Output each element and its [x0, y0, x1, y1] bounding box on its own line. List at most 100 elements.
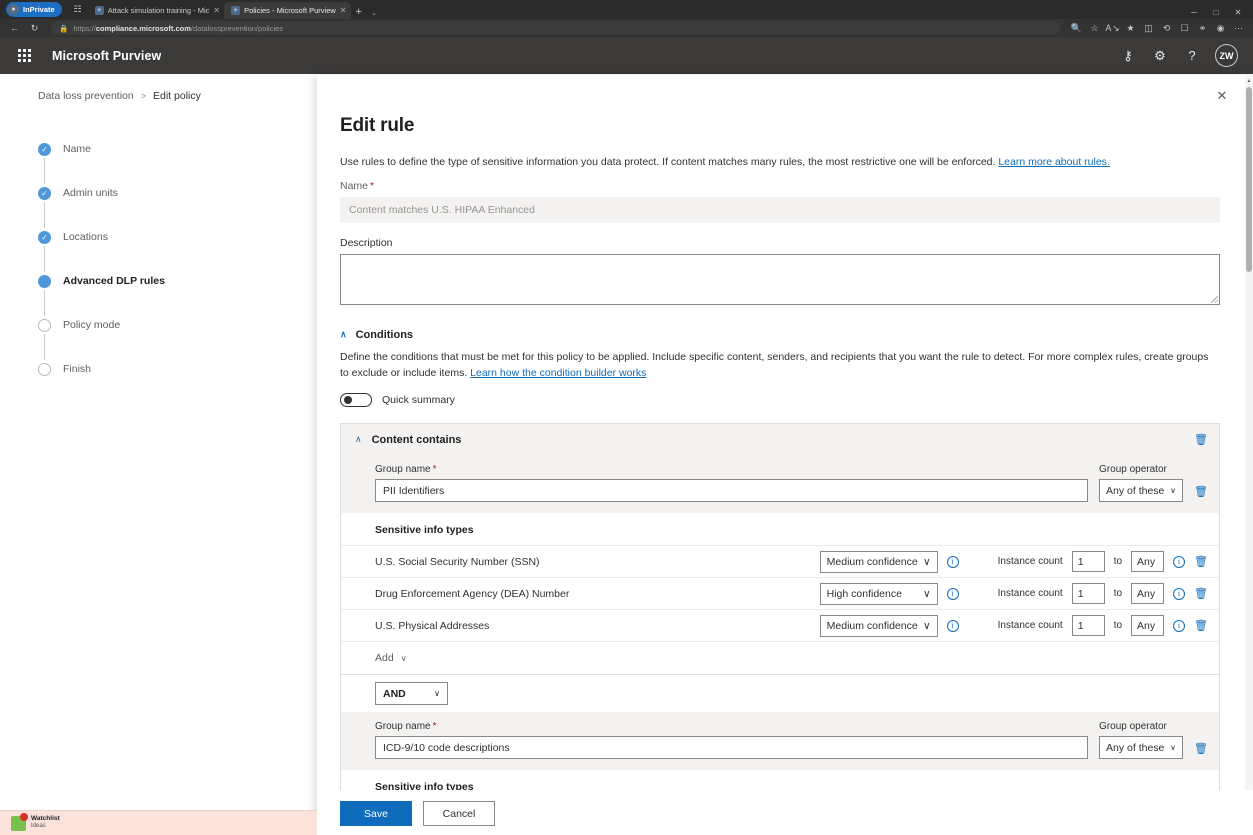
- tab-close-icon[interactable]: ✕: [213, 6, 220, 15]
- info-icon[interactable]: i: [947, 556, 959, 568]
- address-bar[interactable]: 🔒 https://compliance.microsoft.com/datal…: [51, 21, 1060, 35]
- sensitive-info-type-name: U.S. Physical Addresses: [375, 620, 811, 632]
- settings-more-icon[interactable]: ⋯: [1230, 21, 1247, 36]
- wizard-step-label: Admin units: [63, 187, 118, 199]
- close-icon[interactable]: ✕: [1208, 82, 1236, 110]
- content-contains-header[interactable]: ∧ Content contains 🗑: [341, 424, 1219, 455]
- save-button[interactable]: Save: [340, 801, 412, 826]
- info-icon[interactable]: i: [1173, 588, 1185, 600]
- delete-row-icon[interactable]: 🗑: [1194, 619, 1208, 632]
- delete-group-icon[interactable]: 🗑: [1194, 742, 1208, 755]
- dialog-scrollbar[interactable]: ▲ ▼: [1245, 75, 1253, 835]
- tab-close-icon[interactable]: ✕: [340, 6, 347, 15]
- split-screen-icon[interactable]: ◫: [1140, 21, 1157, 36]
- confidence-dropdown[interactable]: Medium confidence ∨: [820, 615, 938, 637]
- chevron-down-icon: ∨: [401, 654, 407, 663]
- group-operator-dropdown[interactable]: Any of these ∨: [1099, 736, 1183, 759]
- instance-count-max-input[interactable]: Any: [1131, 615, 1164, 636]
- group-operator-dropdown[interactable]: Any of these ∨: [1099, 479, 1183, 502]
- toolbar-right-icons: 🔍 ☆ A ↘ ★ ◫ ⟲ ☐ ⚭ ◉ ⋯: [1068, 21, 1247, 36]
- scrollbar-thumb[interactable]: [1246, 87, 1252, 272]
- cancel-button[interactable]: Cancel: [423, 801, 495, 826]
- rule-name-input[interactable]: Content matches U.S. HIPAA Enhanced: [340, 197, 1220, 223]
- and-or-dropdown[interactable]: AND ∨: [375, 682, 448, 705]
- instance-count-min-input[interactable]: 1: [1072, 615, 1105, 636]
- info-icon[interactable]: i: [947, 588, 959, 600]
- inprivate-badge[interactable]: ● InPrivate: [6, 2, 62, 17]
- wizard-step-label: Advanced DLP rules: [63, 275, 165, 287]
- tab-actions-icon[interactable]: ☷: [68, 1, 88, 18]
- group-2-operator-field: Group operator Any of these ∨: [1099, 721, 1183, 759]
- collections-icon[interactable]: ⟲: [1158, 21, 1175, 36]
- instance-count-label: Instance count: [998, 556, 1063, 567]
- confidence-value: High confidence: [827, 588, 919, 600]
- condition-builder-link[interactable]: Learn how the condition builder works: [470, 367, 646, 379]
- delete-row-icon[interactable]: 🗑: [1194, 555, 1208, 568]
- feedback-icon[interactable]: ⚷: [1119, 48, 1137, 64]
- favorites-icon[interactable]: ★: [1122, 21, 1139, 36]
- profile-icon[interactable]: ◉: [1212, 21, 1229, 36]
- info-icon[interactable]: i: [947, 620, 959, 632]
- avatar[interactable]: ZW: [1215, 44, 1238, 67]
- read-aloud-icon[interactable]: A ↘: [1104, 21, 1121, 36]
- wizard-connector: [44, 202, 45, 228]
- instance-count-max-input[interactable]: Any: [1131, 583, 1164, 604]
- info-icon[interactable]: i: [1173, 556, 1185, 568]
- browser-tab-1[interactable]: ☀ Attack simulation training - Mic ✕: [88, 2, 224, 19]
- chevron-up-icon[interactable]: ∧: [340, 329, 347, 340]
- learn-more-about-rules-link[interactable]: Learn more about rules.: [998, 156, 1109, 168]
- scroll-up-icon[interactable]: ▲: [1246, 78, 1252, 84]
- copilot-icon[interactable]: ⚭: [1194, 21, 1211, 36]
- breadcrumb-root[interactable]: Data loss prevention: [38, 90, 134, 102]
- help-icon[interactable]: ?: [1183, 48, 1201, 63]
- instance-count-min-input[interactable]: 1: [1072, 583, 1105, 604]
- tab-title: Policies - Microsoft Purview: [244, 6, 336, 15]
- and-or-value: AND: [383, 688, 406, 700]
- chevron-up-icon[interactable]: ∧: [355, 434, 362, 445]
- group-name-input[interactable]: PII Identifiers: [375, 479, 1088, 502]
- sensitive-info-type-name: Drug Enforcement Agency (DEA) Number: [375, 588, 811, 600]
- browser-tab-2[interactable]: ☀ Policies - Microsoft Purview ✕: [224, 2, 350, 19]
- current-step-icon: [38, 275, 51, 288]
- minimize-button[interactable]: ─: [1183, 5, 1205, 19]
- maximize-button[interactable]: □: [1205, 5, 1227, 19]
- delete-condition-icon[interactable]: 🗑: [1194, 433, 1208, 446]
- app-launcher-icon[interactable]: [13, 45, 35, 67]
- resize-grip-icon[interactable]: [1211, 296, 1218, 303]
- browser-essentials-icon[interactable]: ☐: [1176, 21, 1193, 36]
- conditions-section-header[interactable]: ∧ Conditions: [340, 329, 1220, 341]
- lock-icon: 🔒: [59, 24, 68, 33]
- quick-summary-toggle[interactable]: [340, 393, 372, 407]
- back-icon[interactable]: ←: [6, 21, 23, 36]
- confidence-dropdown[interactable]: High confidence ∨: [820, 583, 938, 605]
- instance-count-min-input[interactable]: 1: [1072, 551, 1105, 572]
- delete-group-icon[interactable]: 🗑: [1194, 485, 1208, 498]
- confidence-dropdown[interactable]: Medium confidence ∨: [820, 551, 938, 573]
- chevron-down-icon[interactable]: ⌄: [367, 9, 381, 17]
- new-tab-button[interactable]: +: [351, 6, 367, 18]
- url-text: https://compliance.microsoft.com/datalos…: [73, 24, 283, 33]
- info-icon[interactable]: i: [1173, 620, 1185, 632]
- description-textarea[interactable]: [340, 254, 1220, 305]
- conditions-description: Define the conditions that must be met f…: [340, 349, 1220, 382]
- refresh-icon[interactable]: ↻: [26, 21, 43, 36]
- wizard-step-label: Policy mode: [63, 319, 120, 331]
- check-icon: ✓: [38, 143, 51, 156]
- tab-favicon-icon: ☀: [95, 6, 104, 15]
- dialog-footer: Save Cancel: [317, 790, 1253, 835]
- watchlist-widget[interactable]: Watchlist Ideas: [0, 816, 60, 831]
- close-window-button[interactable]: ✕: [1227, 5, 1249, 19]
- group-name-input[interactable]: ICD-9/10 code descriptions: [375, 736, 1088, 759]
- name-field-label: Name*: [340, 180, 1220, 192]
- favorites-add-icon[interactable]: ☆: [1086, 21, 1103, 36]
- delete-row-icon[interactable]: 🗑: [1194, 587, 1208, 600]
- instance-count-max-input[interactable]: Any: [1131, 551, 1164, 572]
- browser-chrome: ● InPrivate ☷ ☀ Attack simulation traini…: [0, 0, 1253, 37]
- wizard-step-label: Finish: [63, 363, 91, 375]
- app-title: Microsoft Purview: [52, 49, 161, 63]
- add-sensitive-info-type-button[interactable]: Add ∨: [341, 641, 1219, 674]
- zoom-icon[interactable]: 🔍: [1068, 21, 1085, 36]
- gear-icon[interactable]: ⚙: [1151, 48, 1169, 64]
- group-operator-value: Any of these: [1106, 485, 1165, 497]
- breadcrumb-current: Edit policy: [153, 90, 201, 102]
